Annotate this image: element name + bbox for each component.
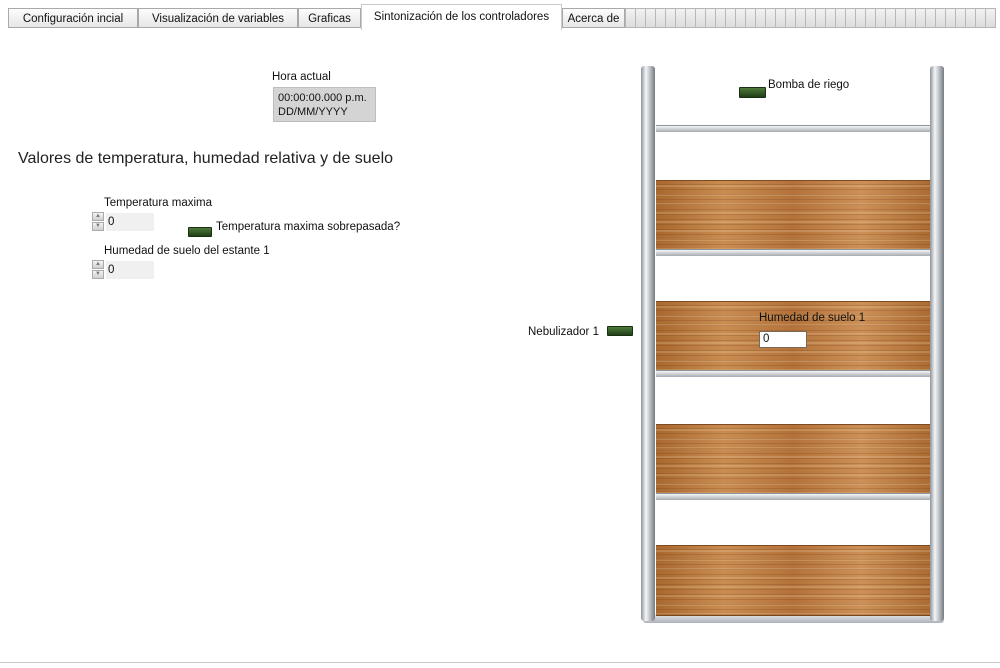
decrement-arrow-icon[interactable]: ▼ bbox=[92, 270, 104, 279]
shelf-soil-humidity-input[interactable]: 0 bbox=[106, 261, 154, 279]
increment-arrow-icon[interactable]: ▲ bbox=[92, 212, 104, 221]
max-temperature-exceeded-led bbox=[188, 227, 212, 237]
tab-sintonizacion-de-los-controladores[interactable]: Sintonización de los controladores bbox=[361, 4, 562, 30]
soil-humidity-1-label: Humedad de suelo 1 bbox=[759, 312, 866, 324]
bottom-divider bbox=[0, 662, 1000, 663]
max-temperature-exceeded-label: Temperatura maxima sobrepasada? bbox=[216, 221, 401, 233]
section-title: Valores de temperatura, humedad relativa… bbox=[18, 150, 394, 167]
tab-acerca-de[interactable]: Acerca de bbox=[562, 8, 625, 28]
irrigation-pump-label: Bomba de riego bbox=[768, 79, 850, 91]
current-date-value: DD/MM/YYYY bbox=[278, 106, 348, 118]
shelf-board-3 bbox=[656, 424, 930, 495]
rack-crossbar bbox=[656, 249, 930, 256]
tab-strip: Configuración incial Visualización de va… bbox=[8, 4, 996, 30]
rack-crossbar bbox=[656, 493, 930, 500]
rack-left-post bbox=[641, 66, 655, 621]
tab-configuracion-inicial[interactable]: Configuración incial bbox=[8, 8, 138, 28]
nebulizer-led bbox=[607, 326, 633, 336]
soil-humidity-1-display: 0 bbox=[759, 331, 807, 348]
max-temperature-stepper[interactable]: ▲ ▼ bbox=[92, 212, 105, 232]
decrement-arrow-icon[interactable]: ▼ bbox=[92, 222, 104, 231]
rack-right-post bbox=[930, 66, 944, 621]
rack-crossbar bbox=[656, 370, 930, 377]
nebulizer-label: Nebulizador 1 bbox=[528, 326, 599, 338]
irrigation-pump-led bbox=[739, 87, 766, 98]
clock-label: Hora actual bbox=[272, 71, 331, 83]
current-time-display: 00:00:00.000 p.m. DD/MM/YYYY bbox=[273, 87, 376, 122]
tab-visualizacion-de-variables[interactable]: Visualización de variables bbox=[138, 8, 298, 28]
shelf-board-4 bbox=[656, 545, 930, 616]
shelf-soil-humidity-label: Humedad de suelo del estante 1 bbox=[104, 245, 270, 257]
max-temperature-input[interactable]: 0 bbox=[106, 213, 154, 231]
shelf-soil-humidity-stepper[interactable]: ▲ ▼ bbox=[92, 260, 105, 280]
tab-strip-filler bbox=[625, 8, 996, 28]
increment-arrow-icon[interactable]: ▲ bbox=[92, 260, 104, 269]
rack-crossbar bbox=[656, 125, 930, 132]
max-temperature-label: Temperatura maxima bbox=[104, 197, 213, 209]
tab-graficas[interactable]: Graficas bbox=[298, 8, 361, 28]
shelf-board-1 bbox=[656, 180, 930, 251]
current-time-value: 00:00:00.000 p.m. bbox=[278, 92, 367, 104]
